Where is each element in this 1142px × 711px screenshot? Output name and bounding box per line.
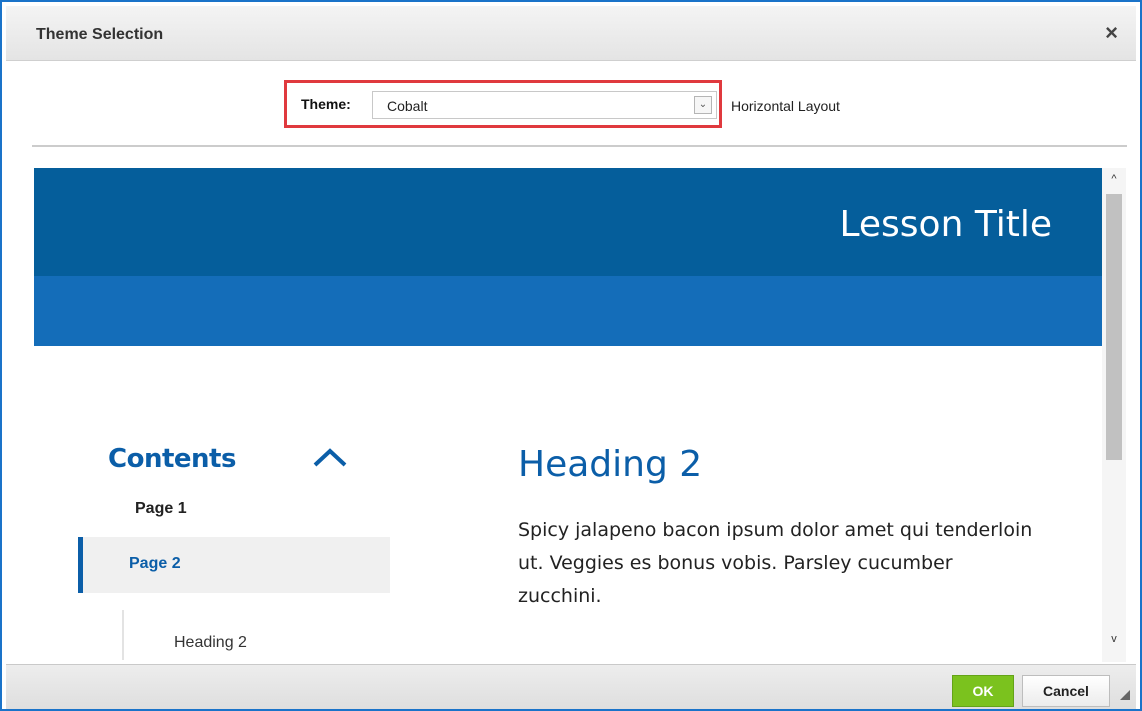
preview-banner-top: Lesson Title	[34, 168, 1102, 276]
toc-sub-divider	[122, 610, 124, 660]
dialog-title: Theme Selection	[36, 26, 164, 43]
toc-item-page-1[interactable]: Page 1	[135, 500, 187, 518]
scroll-thumb[interactable]	[1106, 194, 1122, 460]
preview-heading: Heading 2	[518, 444, 703, 485]
theme-selector-group: Theme: Cobalt ⌄	[284, 80, 722, 128]
chevron-down-icon[interactable]: ⌄	[694, 96, 712, 114]
toc-item-page-2[interactable]: Page 2	[78, 537, 390, 593]
ok-button[interactable]: OK	[952, 675, 1014, 707]
theme-selection-dialog: Theme Selection × Theme: Cobalt ⌄ Horizo…	[0, 0, 1142, 711]
scroll-down-arrow-icon[interactable]: v	[1106, 632, 1122, 646]
theme-dropdown[interactable]: Cobalt ⌄	[372, 91, 717, 119]
theme-preview: Lesson Title Contents Page 1 Page 2 Head…	[34, 168, 1102, 662]
contents-title: Contents	[108, 444, 236, 474]
dialog-footer: OK Cancel	[6, 664, 1136, 709]
layout-label: Horizontal Layout	[731, 98, 840, 114]
dialog-titlebar: Theme Selection ×	[6, 6, 1136, 61]
chevron-up-icon[interactable]	[312, 446, 348, 468]
theme-label: Theme:	[301, 96, 351, 112]
resize-grip-icon[interactable]	[1120, 690, 1130, 700]
toc-item-heading-2[interactable]: Heading 2	[174, 634, 247, 652]
theme-dropdown-value: Cobalt	[387, 98, 428, 114]
preview-banner-bottom	[34, 276, 1102, 346]
close-icon[interactable]: ×	[1105, 22, 1118, 44]
preview-scrollbar[interactable]: ^ v	[1102, 168, 1126, 662]
cancel-button[interactable]: Cancel	[1022, 675, 1110, 707]
lesson-title: Lesson Title	[839, 204, 1052, 245]
preview-body-text: Spicy jalapeno bacon ipsum dolor amet qu…	[518, 519, 1033, 607]
toc-item-page-2-label: Page 2	[129, 555, 181, 572]
scroll-up-arrow-icon[interactable]: ^	[1106, 172, 1122, 186]
divider	[32, 145, 1127, 147]
